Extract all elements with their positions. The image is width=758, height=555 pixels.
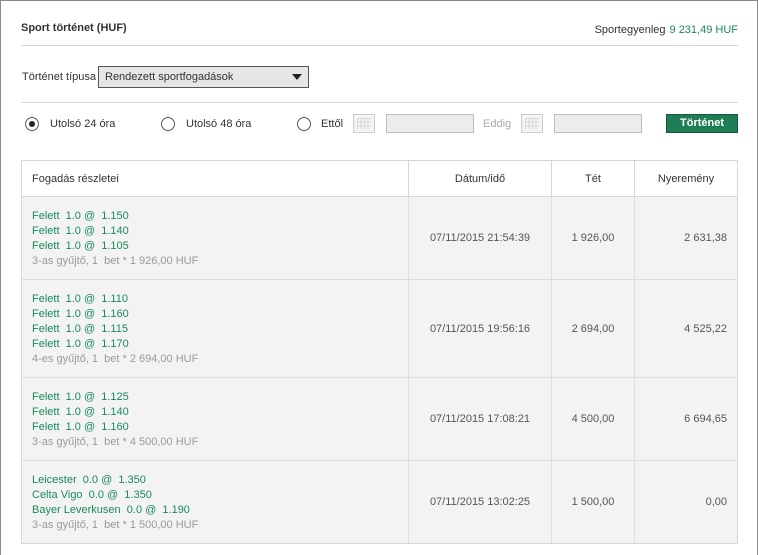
history-type-select[interactable]: Rendezett sportfogadások xyxy=(98,66,309,88)
history-type-label: Történet típusa xyxy=(22,71,96,83)
table-header: Fogadás részletei Dátum/idő Tét Nyeremén… xyxy=(22,161,737,197)
radio-last-48h[interactable] xyxy=(161,117,175,131)
bet-summary: 3-as gyűjtő, 1 bet * 1 926,00 HUF xyxy=(32,255,199,267)
column-header-datetime: Dátum/idő xyxy=(409,161,552,196)
bet-details: Felett 1.0 @ 1.150 Felett 1.0 @ 1.140 Fe… xyxy=(22,197,409,279)
column-header-details: Fogadás részletei xyxy=(22,161,409,196)
page-title: Sport történet (HUF) xyxy=(21,22,127,34)
selection-line: Celta Vigo 0.0 @ 1.350 xyxy=(32,489,152,501)
radio-last-48h-label[interactable]: Utolsó 48 óra xyxy=(186,118,251,130)
bet-datetime: 07/11/2015 13:02:25 xyxy=(409,461,552,543)
balance-amount: 9 231,49 HUF xyxy=(669,24,738,36)
sport-balance: Sportegyenleg 9 231,49 HUF xyxy=(595,24,738,36)
bet-details: Leicester 0.0 @ 1.350 Celta Vigo 0.0 @ 1… xyxy=(22,461,409,543)
bet-datetime: 07/11/2015 21:54:39 xyxy=(409,197,552,279)
selection-line: Felett 1.0 @ 1.115 xyxy=(32,323,128,335)
until-date-input[interactable] xyxy=(554,114,642,133)
bet-datetime: 07/11/2015 19:56:16 xyxy=(409,280,552,377)
selection-line: Felett 1.0 @ 1.105 xyxy=(32,240,129,252)
bet-stake: 2 694,00 xyxy=(552,280,635,377)
bet-stake: 1 500,00 xyxy=(552,461,635,543)
from-date-input[interactable] xyxy=(386,114,474,133)
selection-line: Felett 1.0 @ 1.125 xyxy=(32,391,129,403)
bet-summary: 4-es gyűjtő, 1 bet * 2 694,00 HUF xyxy=(32,353,199,365)
bet-winnings: 0,00 xyxy=(705,496,727,508)
page-frame: Sport történet (HUF) Sportegyenleg 9 231,… xyxy=(0,0,758,555)
date-range-row: Utolsó 24 óra Utolsó 48 óra Ettől Eddig … xyxy=(21,104,738,146)
selection-line: Felett 1.0 @ 1.110 xyxy=(32,293,128,305)
bet-winnings: 4 525,22 xyxy=(684,322,727,335)
table-row[interactable]: Felett 1.0 @ 1.125 Felett 1.0 @ 1.140 Fe… xyxy=(22,378,737,461)
bet-datetime: 07/11/2015 17:08:21 xyxy=(409,378,552,460)
bet-winnings: 6 694,65 xyxy=(684,413,727,425)
bet-details: Felett 1.0 @ 1.110 Felett 1.0 @ 1.160 Fe… xyxy=(22,280,409,377)
bet-stake: 4 500,00 xyxy=(552,378,635,460)
table-row[interactable]: Felett 1.0 @ 1.150 Felett 1.0 @ 1.140 Fe… xyxy=(22,197,737,280)
selection-line: Felett 1.0 @ 1.140 xyxy=(32,225,129,237)
selection-line: Felett 1.0 @ 1.170 xyxy=(32,338,129,350)
radio-last-24h-label[interactable]: Utolsó 24 óra xyxy=(50,118,115,130)
until-label: Eddig xyxy=(483,118,512,130)
bet-winnings: 2 631,38 xyxy=(684,232,727,244)
history-type-value: Rendezett sportfogadások xyxy=(105,71,234,83)
selection-line: Felett 1.0 @ 1.160 xyxy=(32,308,129,320)
chevron-down-icon xyxy=(292,74,302,80)
calendar-until-icon[interactable] xyxy=(521,114,543,133)
table-row[interactable]: Leicester 0.0 @ 1.350 Celta Vigo 0.0 @ 1… xyxy=(22,461,737,543)
history-submit-button[interactable]: Történet xyxy=(666,114,738,133)
table-row[interactable]: Felett 1.0 @ 1.110 Felett 1.0 @ 1.160 Fe… xyxy=(22,280,737,378)
selection-line: Leicester 0.0 @ 1.350 xyxy=(32,474,146,486)
page-header: Sport történet (HUF) Sportegyenleg 9 231,… xyxy=(21,1,738,46)
balance-label: Sportegyenleg xyxy=(594,24,666,36)
radio-last-24h[interactable] xyxy=(25,117,39,131)
radio-from-label[interactable]: Ettől xyxy=(321,118,343,130)
column-header-stake: Tét xyxy=(552,161,635,196)
calendar-from-icon[interactable] xyxy=(353,114,375,133)
bet-history-table: Fogadás részletei Dátum/idő Tét Nyeremén… xyxy=(21,160,738,544)
selection-line: Felett 1.0 @ 1.160 xyxy=(32,421,129,433)
selection-line: Felett 1.0 @ 1.140 xyxy=(32,406,129,418)
selection-line: Bayer Leverkusen 0.0 @ 1.190 xyxy=(32,504,190,516)
bet-stake: 1 926,00 xyxy=(552,197,635,279)
radio-from[interactable] xyxy=(297,117,311,131)
bet-details: Felett 1.0 @ 1.125 Felett 1.0 @ 1.140 Fe… xyxy=(22,378,409,460)
bet-summary: 3-as gyűjtő, 1 bet * 4 500,00 HUF xyxy=(32,436,199,448)
history-type-row: Történet típusa Rendezett sportfogadások xyxy=(21,46,738,103)
bet-summary: 3-as gyűjtő, 1 bet * 1 500,00 HUF xyxy=(32,519,199,531)
selection-line: Felett 1.0 @ 1.150 xyxy=(32,210,129,222)
column-header-winnings: Nyeremény xyxy=(657,173,715,185)
